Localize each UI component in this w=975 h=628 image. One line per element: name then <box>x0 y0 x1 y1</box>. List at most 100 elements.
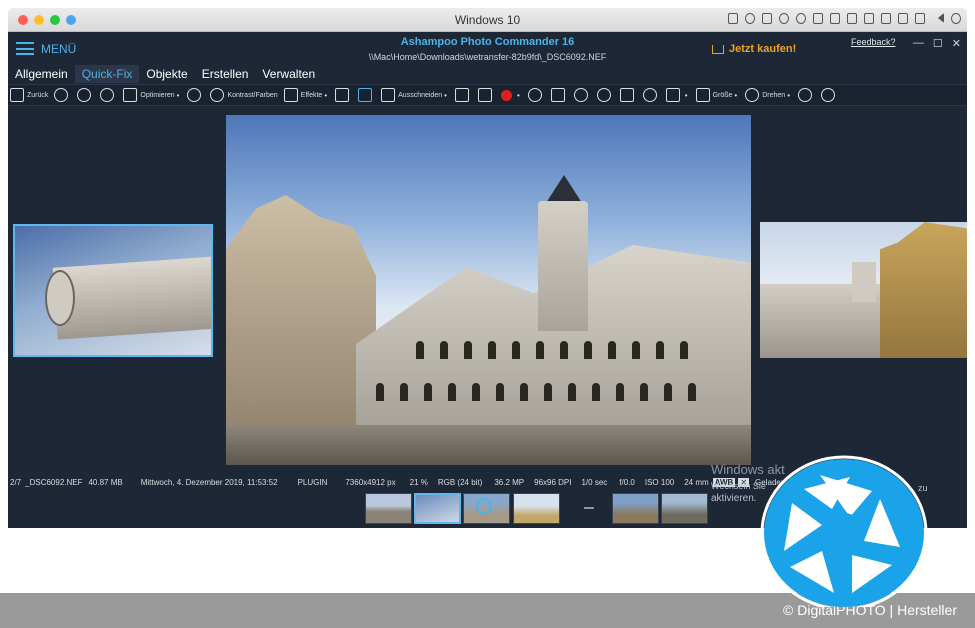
dropper-button[interactable] <box>619 88 637 102</box>
network-icon[interactable] <box>813 13 823 24</box>
cd-icon[interactable] <box>796 13 806 24</box>
palette-button[interactable] <box>596 88 614 102</box>
status-date: Mittwoch, 4. Dezember 2019, 11:53:52 <box>140 477 278 487</box>
film-thumbnail[interactable] <box>612 493 659 524</box>
redo-button[interactable] <box>100 88 117 102</box>
image-viewer[interactable] <box>8 107 967 469</box>
undo-button[interactable] <box>77 88 94 102</box>
folder-icon[interactable] <box>898 13 908 24</box>
retouch-button[interactable] <box>527 88 545 102</box>
perspective-button[interactable] <box>477 88 495 102</box>
phone-icon[interactable] <box>864 13 874 24</box>
resize-button[interactable]: Größe • <box>695 88 740 102</box>
castle-tower <box>538 201 588 331</box>
zoom-magnifier-icon <box>476 498 492 514</box>
undo-all-button[interactable] <box>54 88 71 102</box>
next-image-preview[interactable] <box>760 222 967 358</box>
contrast-colors-button[interactable]: Kontrast/Farben <box>210 88 278 102</box>
rotate-button[interactable]: Drehen • <box>745 88 792 102</box>
red-eye-icon <box>500 89 512 101</box>
optimize-button[interactable]: Optimieren • <box>123 88 181 102</box>
mac-toolbar-icons <box>728 13 961 24</box>
mac-title-bar: Windows 10 <box>8 8 967 32</box>
crop-label: Ausschneiden <box>398 91 443 99</box>
undo-icon <box>77 88 92 102</box>
image-index: 2/7 <box>10 477 22 487</box>
tab-quick-fix[interactable]: Quick-Fix <box>74 65 140 83</box>
status-dpi: 96x96 DPI <box>534 477 572 487</box>
straighten-button[interactable] <box>454 88 472 102</box>
status-aperture: f/0.0 <box>619 477 635 487</box>
dropper-icon <box>619 88 634 102</box>
photo-commander-logo-icon <box>760 455 928 607</box>
brush-button[interactable] <box>335 88 352 102</box>
bandage-button[interactable]: • <box>665 88 690 102</box>
tab-allgemein[interactable]: Allgemein <box>8 65 75 83</box>
home-icon <box>10 88 24 102</box>
sparkle-icon <box>283 88 298 102</box>
film-thumbnail-selected[interactable] <box>414 493 461 524</box>
arrow-left-icon[interactable] <box>932 13 944 23</box>
main-photo[interactable] <box>226 115 751 465</box>
rotate-icon <box>745 88 760 102</box>
status-filename: _DSC6092.NEF <box>25 477 83 487</box>
brightness-button[interactable] <box>187 88 204 102</box>
status-filesize: 40.87 MB <box>88 477 123 487</box>
rotate-left-button[interactable] <box>798 88 815 102</box>
keyboard-icon[interactable] <box>728 13 738 24</box>
contrast-label: Kontrast/Farben <box>227 91 278 99</box>
minimize-icon[interactable]: — <box>913 37 924 50</box>
film-thumbnail[interactable] <box>365 493 412 524</box>
microphone-icon[interactable] <box>847 13 857 24</box>
usb-icon[interactable] <box>762 13 772 24</box>
back-button[interactable]: Zurück <box>10 88 48 102</box>
camera-icon[interactable] <box>779 13 789 24</box>
gear-icon[interactable] <box>951 13 961 24</box>
rotate-right-button[interactable] <box>821 88 838 102</box>
tab-verwalten[interactable]: Verwalten <box>255 65 322 83</box>
screenshot-stage: Windows 10 MENÜ Ashampoo Photo Commander… <box>0 0 975 628</box>
status-iso: ISO 100 <box>644 477 675 487</box>
video-icon[interactable] <box>881 13 891 24</box>
film-thumbnail[interactable] <box>661 493 708 524</box>
next-castle-tower <box>852 262 876 302</box>
hand-icon <box>358 88 373 102</box>
perspective-icon <box>477 88 492 102</box>
status-plugin: PLUGIN <box>297 477 328 487</box>
undo-all-icon <box>54 88 69 102</box>
status-color: RGB (24 bit) <box>437 477 483 487</box>
hand-tool-button[interactable] <box>358 88 375 102</box>
blur-icon <box>642 88 657 102</box>
film-thumbnail[interactable] <box>513 493 560 524</box>
close-icon[interactable]: ✕ <box>952 37 961 50</box>
tab-erstellen[interactable]: Erstellen <box>195 65 256 83</box>
status-megapixels: 36.2 MP <box>494 477 525 487</box>
red-eye-button[interactable]: • <box>500 89 522 101</box>
maximize-icon[interactable]: ☐ <box>933 37 943 50</box>
eraser-button[interactable] <box>550 88 568 102</box>
film-thumbnail[interactable] <box>463 493 510 524</box>
crop-button[interactable]: Ausschneiden • <box>381 88 449 102</box>
download-icon[interactable] <box>915 13 925 24</box>
blur-button[interactable] <box>642 88 660 102</box>
film-separator <box>584 507 594 509</box>
rotate-left-icon <box>798 88 812 102</box>
contrast-icon <box>210 88 225 102</box>
magic-wand-icon <box>123 88 138 102</box>
tower-top-shape <box>45 270 75 326</box>
effects-button[interactable]: Effekte • <box>283 88 329 102</box>
clone-icon <box>573 88 588 102</box>
palette-icon <box>596 88 611 102</box>
record-icon[interactable] <box>745 13 755 24</box>
feedback-link[interactable]: Feedback? <box>851 37 896 47</box>
app-title: Ashampoo Photo Commander 16 <box>400 36 575 48</box>
buy-now-button[interactable]: Jetzt kaufen! <box>712 43 796 55</box>
clone-button[interactable] <box>573 88 591 102</box>
brush-icon <box>335 88 350 102</box>
tab-objekte[interactable]: Objekte <box>139 65 194 83</box>
previous-image-preview[interactable] <box>13 224 213 357</box>
straighten-icon <box>454 88 469 102</box>
eraser-icon <box>550 88 565 102</box>
speaker-icon[interactable] <box>830 13 840 24</box>
status-focal: 24 mm <box>684 477 709 487</box>
